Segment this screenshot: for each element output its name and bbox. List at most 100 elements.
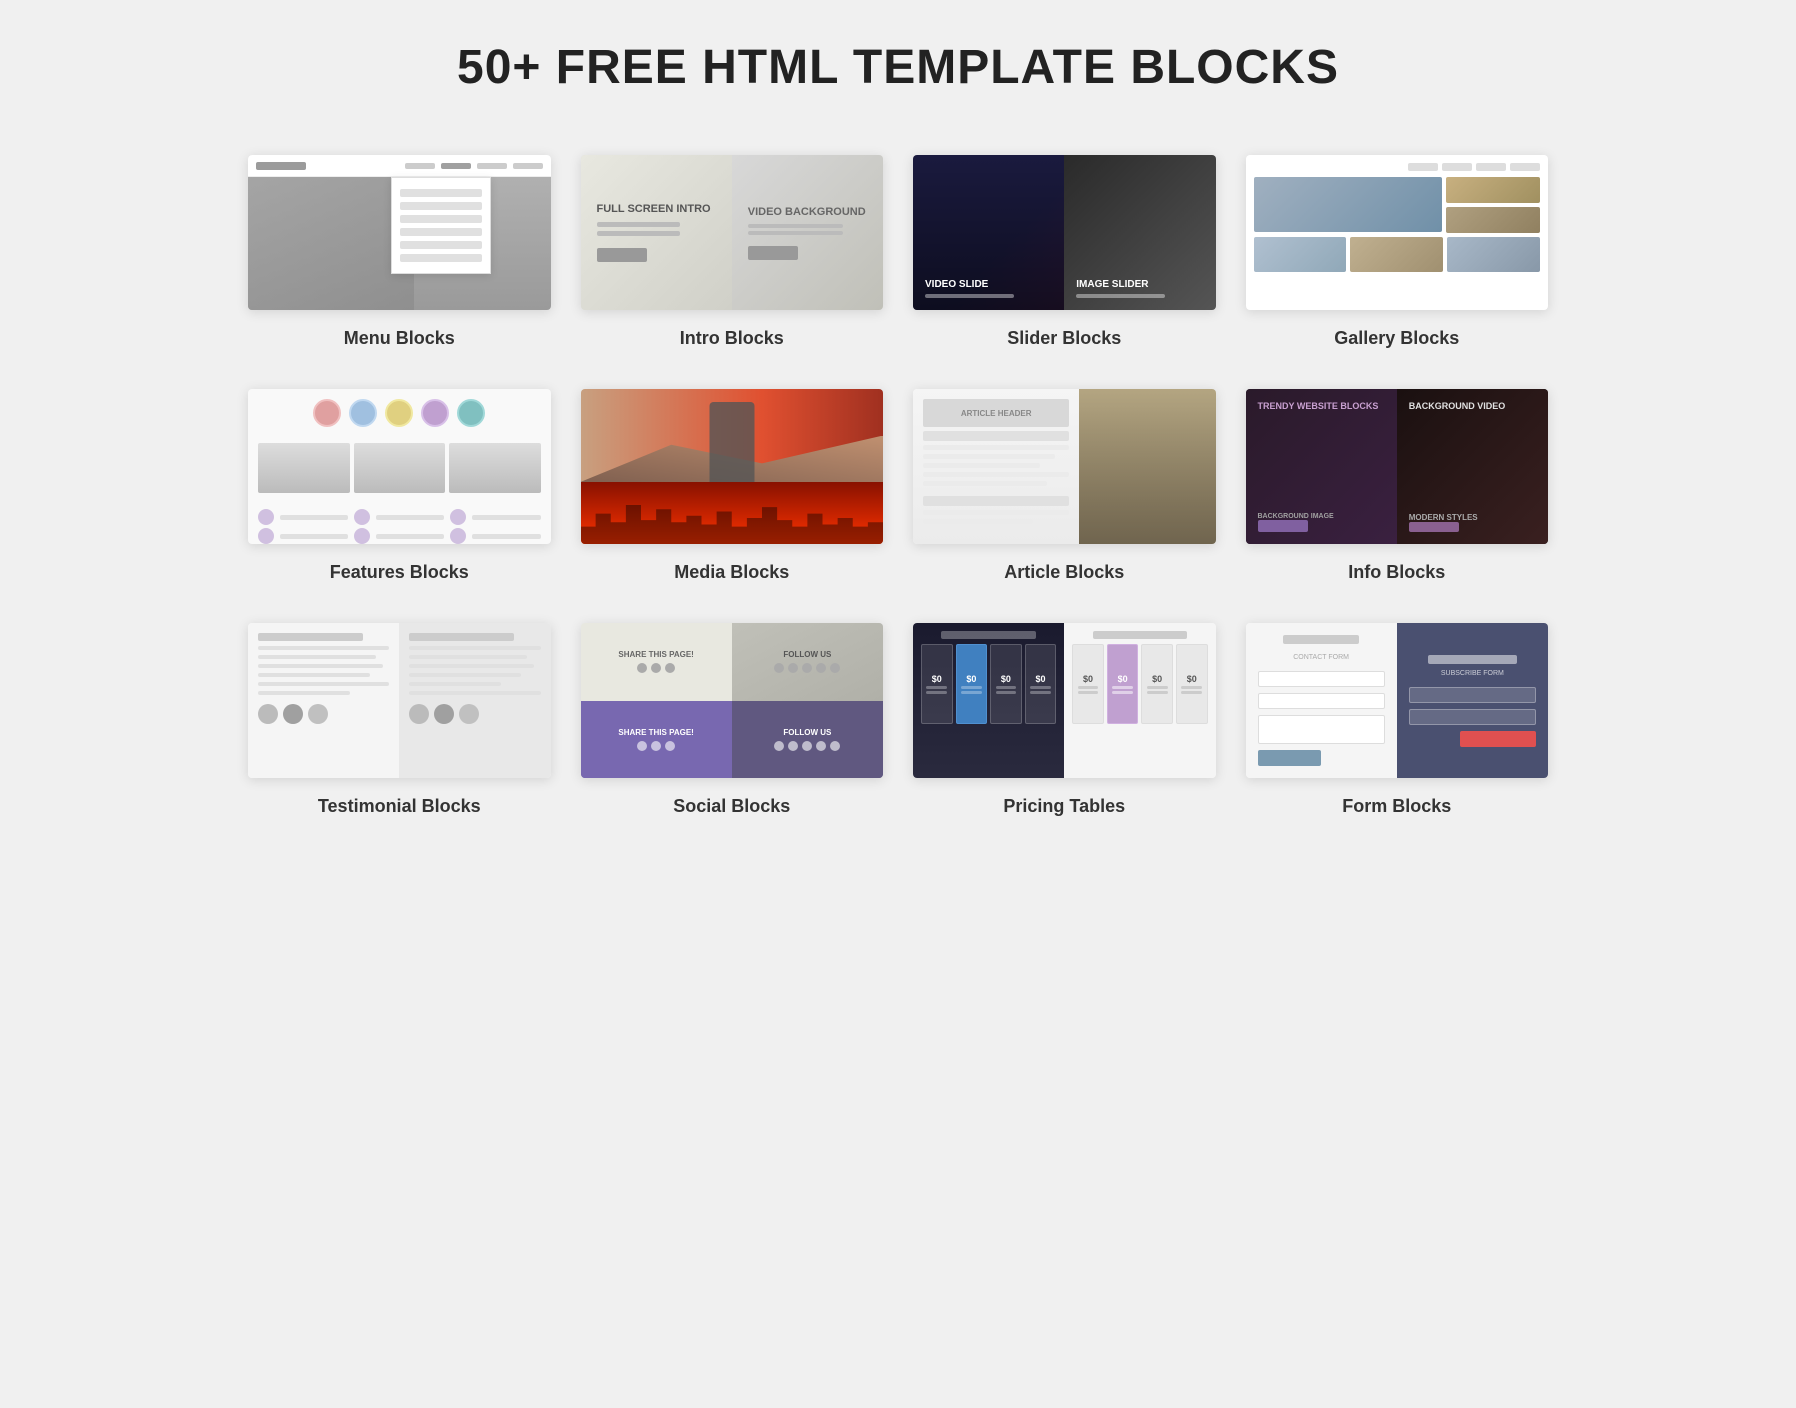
menu-hero-img — [248, 177, 414, 310]
block-item-intro[interactable]: FULL SCREEN INTRO VIDEO BACKGROUND Intro… — [581, 155, 884, 349]
soc-icon — [637, 663, 647, 673]
preview-social-container: SHARE THIS PAGE! FOLLOW US — [581, 623, 884, 778]
preview-menu — [248, 155, 551, 310]
block-label-social: Social Blocks — [673, 796, 790, 817]
gallery-row — [1254, 177, 1541, 233]
feat-card — [258, 443, 350, 493]
feat-row2 — [258, 528, 541, 544]
nav-link — [405, 163, 435, 169]
feat-row-icon — [450, 509, 466, 525]
dd-item — [400, 189, 482, 197]
nav-link — [513, 163, 543, 169]
nav-link — [477, 163, 507, 169]
block-item-form[interactable]: CONTACT FORM SUBSCRIBE FORM Form Blocks — [1246, 623, 1549, 817]
article-line — [923, 472, 1069, 477]
subscribe-form-label: SUBSCRIBE FORM — [1441, 670, 1504, 677]
vbg-sub-line — [748, 231, 843, 235]
soc-icon — [802, 663, 812, 673]
social-top: SHARE THIS PAGE! FOLLOW US — [581, 623, 884, 701]
preview-article-container: ARTICLE HEADER — [913, 389, 1216, 544]
feat-row-line — [376, 515, 444, 520]
intro-left-title: FULL SCREEN INTRO — [597, 203, 711, 216]
preview-info-container: TRENDY WEBSITE BLOCKS BACKGROUND IMAGE B… — [1246, 389, 1549, 544]
block-label-gallery: Gallery Blocks — [1334, 328, 1459, 349]
feat-row-icon — [354, 528, 370, 544]
preview-form-container: CONTACT FORM SUBSCRIBE FORM — [1246, 623, 1549, 778]
gal-cell — [1254, 237, 1347, 272]
intro-left-panel: FULL SCREEN INTRO — [581, 155, 732, 310]
gal-nav-item — [1442, 163, 1472, 171]
preview-form: CONTACT FORM SUBSCRIBE FORM — [1246, 623, 1549, 778]
slide-right-sub — [1076, 294, 1165, 298]
article-subtitle — [923, 496, 1069, 506]
social-icons-row2 — [774, 663, 840, 673]
block-item-article[interactable]: ARTICLE HEADER Article Blocks — [913, 389, 1216, 583]
features-cards — [258, 443, 541, 493]
city-buildings — [581, 501, 884, 544]
block-item-gallery[interactable]: Gallery Blocks — [1246, 155, 1549, 349]
preview-slider: VIDEO SLIDE IMAGE SLIDER — [913, 155, 1216, 310]
social-icons-row — [637, 663, 675, 673]
test-line — [409, 691, 540, 695]
soc-icon — [788, 741, 798, 751]
soc-icon — [665, 663, 675, 673]
info-modern: MODERN STYLES — [1409, 513, 1536, 522]
preview-intro-container: FULL SCREEN INTRO VIDEO BACKGROUND — [581, 155, 884, 310]
form-right-field — [1409, 687, 1536, 703]
feat-icon-purple — [421, 399, 449, 427]
block-label-features: Features Blocks — [330, 562, 469, 583]
block-label-slider: Slider Blocks — [1007, 328, 1121, 349]
info-right-bottom: MODERN STYLES — [1409, 513, 1536, 532]
feat-row-line — [376, 534, 444, 539]
gal-cell — [1350, 237, 1443, 272]
block-label-form: Form Blocks — [1342, 796, 1451, 817]
preview-pricing-container: $0 $0 $0 — [913, 623, 1216, 778]
block-item-media[interactable]: Media Blocks — [581, 389, 884, 583]
block-label-menu: Menu Blocks — [344, 328, 455, 349]
pricing-title — [941, 631, 1036, 639]
nav-link — [441, 163, 471, 169]
test-line — [409, 673, 521, 677]
block-label-intro: Intro Blocks — [680, 328, 784, 349]
feat-row-icon — [354, 509, 370, 525]
social-top-right-label: FOLLOW US — [783, 650, 831, 659]
vbg-btn — [748, 246, 798, 260]
pricing-right: $0 $0 $0 — [1064, 623, 1215, 778]
pricing-left: $0 $0 $0 — [913, 623, 1064, 778]
media-top — [581, 389, 884, 482]
feat-icon-red — [313, 399, 341, 427]
test-line — [409, 655, 527, 659]
block-item-social[interactable]: SHARE THIS PAGE! FOLLOW US — [581, 623, 884, 817]
features-rows — [258, 509, 541, 544]
block-item-testimonial[interactable]: Testimonial Blocks — [248, 623, 551, 817]
menu-navbar — [248, 155, 551, 177]
form-right-field — [1409, 709, 1536, 725]
soc-icon — [830, 663, 840, 673]
feat-row-icon — [450, 528, 466, 544]
intro-right-panel: VIDEO BACKGROUND — [732, 155, 883, 310]
soc-icon — [651, 663, 661, 673]
feat-row-line — [280, 515, 348, 520]
article-left: ARTICLE HEADER — [913, 389, 1079, 544]
block-item-menu[interactable]: Menu Blocks — [248, 155, 551, 349]
preview-article: ARTICLE HEADER — [913, 389, 1216, 544]
block-item-info[interactable]: TRENDY WEBSITE BLOCKS BACKGROUND IMAGE B… — [1246, 389, 1549, 583]
block-item-features[interactable]: Features Blocks — [248, 389, 551, 583]
gal-col — [1446, 177, 1540, 233]
social-bottom-label: SHARE THIS PAGE! — [618, 728, 693, 737]
dropdown-menu — [391, 177, 491, 274]
soc-icon — [637, 741, 647, 751]
soc-icon — [774, 663, 784, 673]
price-right-card: $0 — [1176, 644, 1208, 724]
form-title — [1283, 635, 1359, 644]
preview-intro: FULL SCREEN INTRO VIDEO BACKGROUND — [581, 155, 884, 310]
block-item-slider[interactable]: VIDEO SLIDE IMAGE SLIDER Slider Blocks — [913, 155, 1216, 349]
block-label-pricing: Pricing Tables — [1003, 796, 1125, 817]
feat-row-line — [472, 515, 540, 520]
gal-cell — [1446, 177, 1540, 203]
article-line — [923, 463, 1040, 468]
slide-right: IMAGE SLIDER — [1064, 155, 1215, 310]
form-left: CONTACT FORM — [1246, 623, 1397, 778]
dd-item — [400, 254, 482, 262]
block-item-pricing[interactable]: $0 $0 $0 — [913, 623, 1216, 817]
